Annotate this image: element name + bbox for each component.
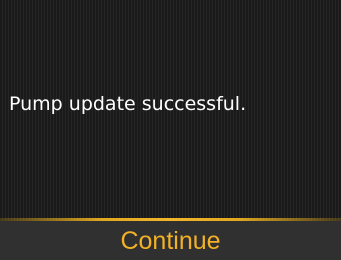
status-message: Pump update successful. <box>9 93 247 115</box>
continue-button[interactable]: Continue <box>0 221 341 260</box>
continue-button-label: Continue <box>120 227 221 255</box>
pump-screen: Pump update successful. Continue <box>0 0 341 260</box>
